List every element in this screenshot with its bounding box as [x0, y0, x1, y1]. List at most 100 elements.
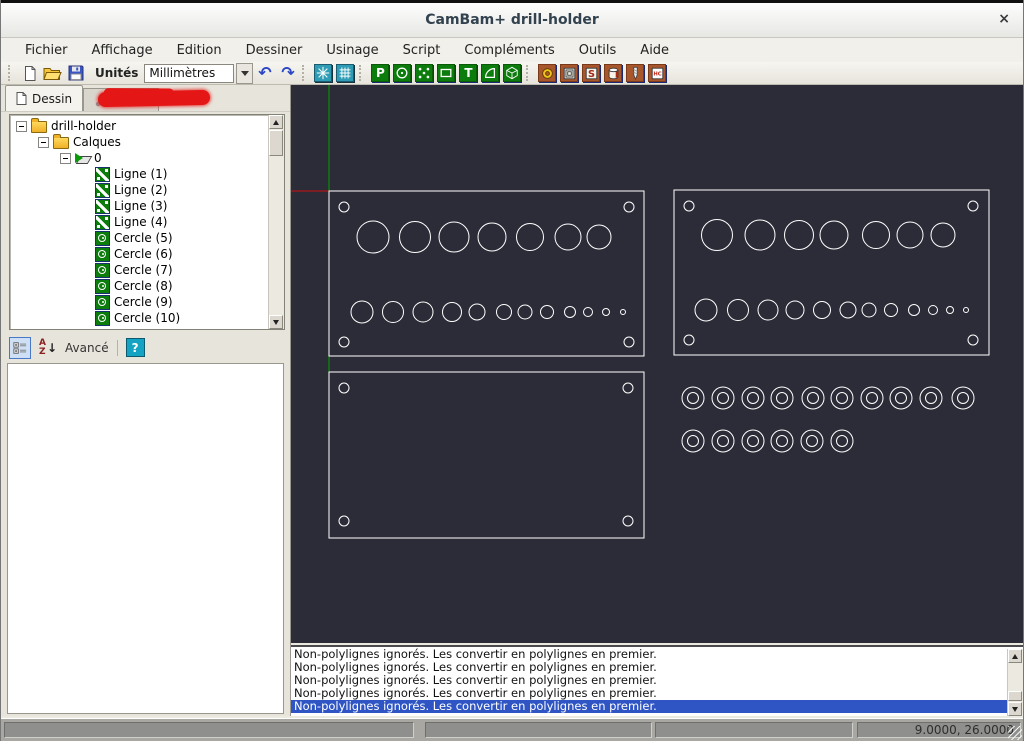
log-line-selected[interactable]: Non-polylignes ignorés. Les convertir en…: [291, 700, 1008, 713]
scrollbar-thumb[interactable]: [269, 130, 283, 156]
toolbar-separator: [117, 340, 118, 356]
tree-item-ligne-4[interactable]: Ligne (4): [10, 214, 284, 230]
menu-item-complements[interactable]: Compléments: [452, 40, 566, 61]
scrollbar-thumb[interactable]: [1008, 691, 1022, 701]
new-file-icon[interactable]: [19, 63, 40, 83]
save-file-icon[interactable]: [65, 63, 86, 83]
sort-alphabetical-icon[interactable]: AZ ↓: [39, 339, 57, 357]
toolbar-gripper[interactable]: [526, 65, 531, 81]
resize-grip[interactable]: [1008, 726, 1022, 740]
menu-item-dessiner[interactable]: Dessiner: [234, 40, 315, 61]
menu-item-usinage[interactable]: Usinage: [314, 40, 390, 61]
snap-grid-icon[interactable]: [336, 64, 354, 82]
tree-item-cercle-5[interactable]: Cercle (5): [10, 230, 284, 246]
help-icon[interactable]: ?: [126, 338, 145, 357]
pocket-operation-icon[interactable]: [560, 64, 578, 82]
circle-geometry-icon: [95, 263, 110, 278]
cad-viewport[interactable]: [291, 85, 1024, 643]
menu-item-edition[interactable]: Edition: [165, 40, 234, 61]
folder-icon: [31, 121, 47, 133]
tab-dessin-label: Dessin: [32, 92, 72, 106]
arrow-up-icon: [1012, 654, 1018, 659]
main-toolbar: Unités Millimètres ↶ ↷ P T: [1, 62, 1023, 85]
arrow-up-icon: [273, 120, 279, 125]
units-label: Unités: [95, 66, 138, 80]
undo-icon[interactable]: ↶: [254, 63, 275, 83]
tree-item-cercle-7[interactable]: Cercle (7): [10, 262, 284, 278]
open-file-icon[interactable]: [42, 63, 63, 83]
toolbar-gripper[interactable]: [8, 65, 13, 81]
tree-item-layer-0[interactable]: 0: [10, 150, 284, 166]
svg-text:HC: HC: [653, 71, 661, 77]
close-icon[interactable]: ×: [998, 11, 1010, 27]
circle-geometry-icon: [95, 311, 110, 326]
draw-arc-icon[interactable]: [481, 64, 499, 82]
chevron-down-icon: [241, 71, 249, 76]
scroll-up-button[interactable]: [1008, 649, 1022, 663]
collapse-icon[interactable]: [16, 121, 27, 132]
red-scribble-annotation: [98, 90, 210, 107]
tree-item-drill-holder[interactable]: drill-holder: [10, 118, 284, 134]
scroll-up-button[interactable]: [269, 115, 283, 129]
tree-item-cercle-9[interactable]: Cercle (9): [10, 294, 284, 310]
tree-item-calques[interactable]: Calques: [10, 134, 284, 150]
tree-item-cercle-8[interactable]: Cercle (8): [10, 278, 284, 294]
draw-polyline-icon[interactable]: P: [371, 64, 389, 82]
draw-surface-icon[interactable]: [503, 64, 521, 82]
units-combobox[interactable]: Millimètres: [144, 64, 234, 83]
categorized-view-icon[interactable]: [9, 337, 31, 359]
circle-geometry-icon: [95, 247, 110, 262]
tab-dessin[interactable]: Dessin: [5, 85, 83, 111]
profile-operation-icon[interactable]: S: [582, 64, 600, 82]
circle-geometry-icon: [95, 279, 110, 294]
draw-rectangle-icon[interactable]: [437, 64, 455, 82]
menu-item-affichage[interactable]: Affichage: [80, 40, 165, 61]
toolbar-gripper[interactable]: [359, 65, 364, 81]
menu-item-aide[interactable]: Aide: [628, 40, 681, 61]
units-combobox-arrow[interactable]: [236, 63, 253, 84]
status-panel-2: [425, 722, 652, 738]
message-log[interactable]: Non-polylignes ignorés. Les convertir en…: [291, 645, 1023, 716]
drill-operation-icon[interactable]: [538, 64, 556, 82]
window-title: CamBam+ drill-holder: [1, 12, 1023, 28]
menu-item-script[interactable]: Script: [391, 40, 453, 61]
line-geometry-icon: [95, 199, 110, 214]
snap-point-icon[interactable]: [314, 64, 332, 82]
status-bar: 9.0000, 26.0000: [1, 718, 1023, 741]
properties-toolbar: AZ ↓ Avancé ?: [1, 334, 290, 361]
folder-icon: [53, 137, 69, 149]
tree-scrollbar[interactable]: [268, 115, 284, 329]
tree-item-cercle-10[interactable]: Cercle (10): [10, 310, 284, 326]
status-panel-3: [655, 722, 853, 738]
arrow-down-icon: [1012, 707, 1018, 712]
tree-item-cercle-6[interactable]: Cercle (6): [10, 246, 284, 262]
arrow-down-icon: [273, 320, 279, 325]
sidebar-tab-strip: Dessin: [1, 85, 290, 112]
advanced-button[interactable]: Avancé: [65, 341, 109, 355]
tree-item-ligne-3[interactable]: Ligne (3): [10, 198, 284, 214]
tree-item-ligne-2[interactable]: Ligne (2): [10, 182, 284, 198]
scroll-down-button[interactable]: [269, 315, 283, 329]
toolbar-gripper[interactable]: [302, 65, 307, 81]
collapse-icon[interactable]: [38, 137, 49, 148]
log-scrollbar[interactable]: [1007, 649, 1023, 716]
draw-points-icon[interactable]: [415, 64, 433, 82]
drill-bit-operation-icon[interactable]: [626, 64, 644, 82]
redo-icon[interactable]: ↷: [277, 63, 298, 83]
menu-bar: Fichier Affichage Edition Dessiner Usina…: [1, 38, 1023, 62]
menu-item-outils[interactable]: Outils: [567, 40, 629, 61]
circle-geometry-icon: [95, 295, 110, 310]
svg-text:S: S: [588, 69, 595, 80]
draw-text-icon[interactable]: T: [459, 64, 477, 82]
app-window: CamBam+ drill-holder × Fichier Affichage…: [0, 0, 1024, 741]
scroll-down-button[interactable]: [1008, 702, 1022, 716]
tree-item-ligne-1[interactable]: Ligne (1): [10, 166, 284, 182]
line-geometry-icon: [95, 215, 110, 230]
lathe-operation-icon[interactable]: [604, 64, 622, 82]
window-titlebar: CamBam+ drill-holder ×: [1, 0, 1023, 38]
collapse-icon[interactable]: [60, 153, 71, 164]
menu-item-fichier[interactable]: Fichier: [13, 40, 80, 61]
nc-code-operation-icon[interactable]: HC: [648, 64, 666, 82]
property-grid-empty[interactable]: [7, 363, 284, 714]
draw-circle-icon[interactable]: [393, 64, 411, 82]
